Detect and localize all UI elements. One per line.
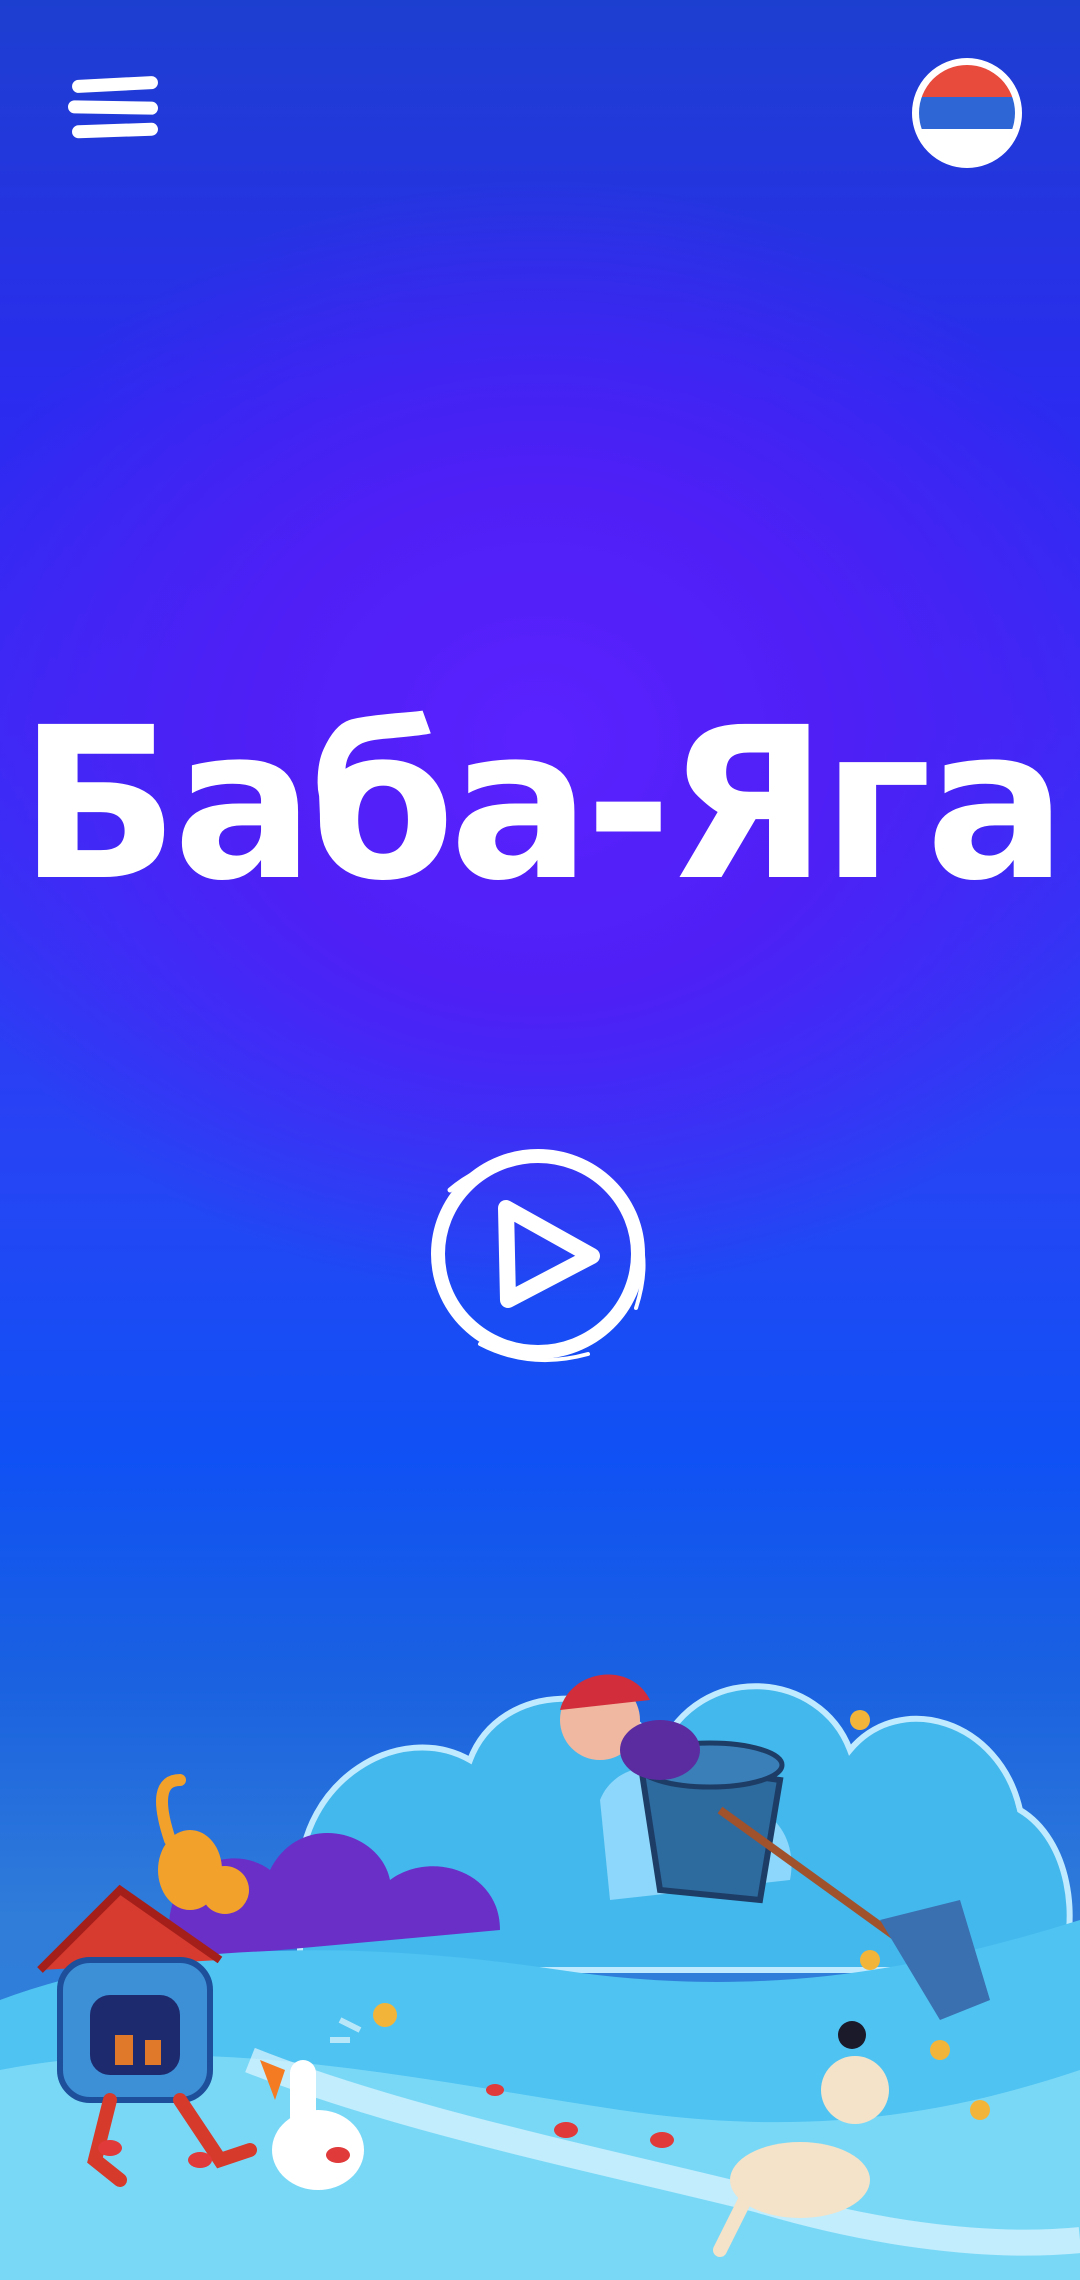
baba-yaga-illustration (0, 1640, 1080, 2280)
menu-button[interactable] (62, 68, 162, 150)
russia-flag-icon (912, 58, 1022, 168)
play-button[interactable] (420, 1148, 664, 1374)
language-button[interactable] (912, 58, 1022, 168)
play-icon (431, 1149, 646, 1363)
game-start-screen: Баба-Яга (0, 0, 1080, 2280)
game-title: Баба-Яга (18, 682, 1067, 927)
